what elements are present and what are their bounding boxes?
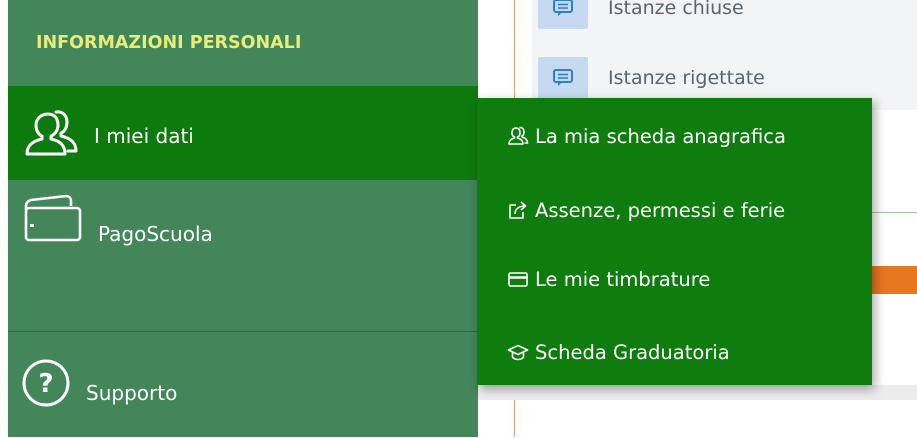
sidebar-item-i-miei-dati[interactable]: I miei dati bbox=[8, 86, 478, 180]
dropdown-submenu: La mia scheda anagrafica Assenze, permes… bbox=[477, 98, 872, 385]
sidebar-item-label: Supporto bbox=[86, 381, 178, 405]
sidebar-item-supporto[interactable]: ? Supporto bbox=[8, 331, 478, 438]
menu-item-label: Scheda Graduatoria bbox=[535, 340, 730, 364]
list-item-istanze-rigettate[interactable]: Istanze rigettate bbox=[538, 57, 765, 99]
users-icon bbox=[24, 108, 80, 160]
menu-item-label: La mia scheda anagrafica bbox=[535, 124, 786, 148]
list-item-istanze-chiuse[interactable]: Istanze chiuse bbox=[538, 0, 744, 44]
panel-shadow bbox=[477, 385, 917, 400]
graduation-cap-icon bbox=[507, 342, 529, 362]
orange-button-fragment[interactable] bbox=[866, 266, 917, 294]
sidebar: INFORMAZIONI PERSONALI I miei dati PagoS… bbox=[8, 0, 478, 437]
menu-item-le-mie-timbrature[interactable]: Le mie timbrature bbox=[477, 259, 872, 299]
svg-text:?: ? bbox=[38, 369, 53, 399]
sidebar-header: INFORMAZIONI PERSONALI bbox=[8, 0, 478, 86]
menu-item-scheda-graduatoria[interactable]: Scheda Graduatoria bbox=[477, 332, 872, 372]
menu-item-scheda-anagrafica[interactable]: La mia scheda anagrafica bbox=[477, 116, 872, 156]
help-circle-icon: ? bbox=[20, 357, 72, 409]
menu-item-assenze-permessi-ferie[interactable]: Assenze, permessi e ferie bbox=[477, 190, 872, 230]
menu-item-label: Le mie timbrature bbox=[535, 267, 711, 291]
wallet-icon bbox=[22, 194, 84, 244]
list-item-label: Istanze rigettate bbox=[608, 67, 765, 89]
sidebar-item-pagoscuola[interactable]: PagoScuola bbox=[8, 180, 478, 330]
list-item-label: Istanze chiuse bbox=[608, 0, 744, 19]
comment-icon bbox=[538, 0, 588, 29]
comment-icon bbox=[538, 57, 588, 99]
users-icon bbox=[507, 126, 529, 146]
sidebar-item-label: I miei dati bbox=[94, 124, 194, 148]
share-edit-icon bbox=[507, 200, 529, 220]
section-title: INFORMAZIONI PERSONALI bbox=[36, 33, 302, 53]
credit-card-icon bbox=[507, 269, 529, 289]
menu-item-label: Assenze, permessi e ferie bbox=[535, 198, 786, 222]
sidebar-item-label: PagoScuola bbox=[98, 222, 213, 246]
